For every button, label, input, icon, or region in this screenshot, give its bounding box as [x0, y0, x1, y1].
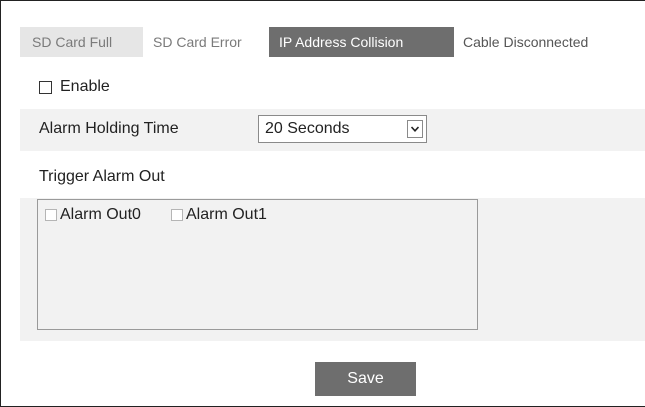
alarm-out0-label: Alarm Out0: [60, 206, 141, 223]
alarm-out1-checkbox[interactable]: [171, 209, 183, 221]
alarm-out0-item[interactable]: Alarm Out0: [45, 205, 141, 225]
alarm-holding-time-value: 20 Seconds: [265, 120, 350, 137]
enable-label: Enable: [60, 78, 110, 95]
save-button[interactable]: Save: [315, 362, 416, 396]
enable-row: Enable: [39, 76, 110, 98]
trigger-alarm-out-label: Trigger Alarm Out: [39, 168, 165, 185]
tab-sd-card-error[interactable]: SD Card Error: [143, 27, 269, 57]
chevron-down-icon[interactable]: [407, 120, 423, 138]
alarm-holding-time-select[interactable]: 20 Seconds: [258, 115, 427, 143]
enable-checkbox[interactable]: [39, 80, 52, 94]
tab-ip-address-collision[interactable]: IP Address Collision: [269, 27, 454, 57]
tab-sd-card-full[interactable]: SD Card Full: [20, 27, 143, 57]
alarm-out1-item[interactable]: Alarm Out1: [171, 205, 267, 225]
tab-bar: SD Card Full SD Card Error IP Address Co…: [20, 27, 645, 57]
alarm-out0-checkbox[interactable]: [45, 209, 57, 221]
alarm-holding-time-label: Alarm Holding Time: [39, 120, 179, 137]
tab-cable-disconnected[interactable]: Cable Disconnected: [454, 27, 645, 57]
alarm-out1-label: Alarm Out1: [186, 206, 267, 223]
